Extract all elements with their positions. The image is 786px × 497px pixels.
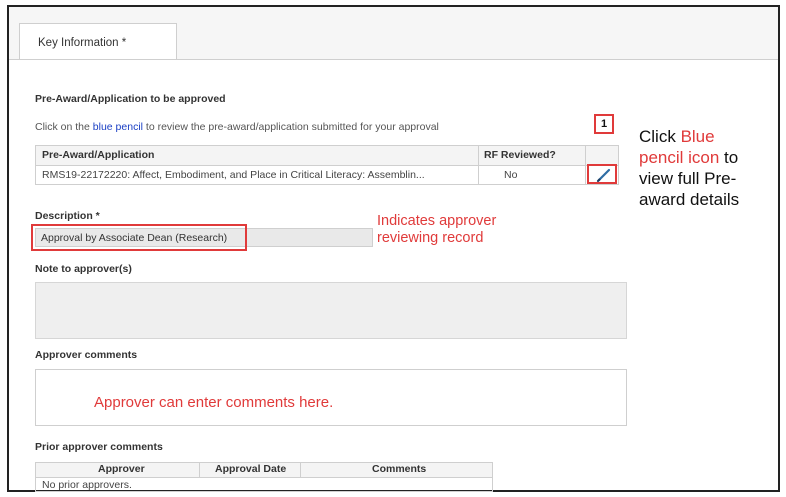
tab-label: Key Information * bbox=[38, 37, 127, 49]
callout-line-3: view full Pre- bbox=[639, 169, 737, 188]
prior-comments-label: Prior approver comments bbox=[35, 441, 163, 453]
description-annotation: Indicates approver reviewing record bbox=[377, 213, 496, 247]
prior-header-approver: Approver bbox=[98, 463, 145, 475]
instruction-text-end: to review the pre-award/application subm… bbox=[142, 121, 439, 133]
pencil-callout: Click Blue pencil icon to view full Pre-… bbox=[639, 126, 786, 210]
note-label: Note to approver(s) bbox=[35, 263, 132, 275]
tab-key-information[interactable]: Key Information * bbox=[19, 23, 177, 59]
note-to-approver-field bbox=[35, 282, 627, 339]
callout-line-2: pencil icon to bbox=[639, 148, 739, 167]
grid-header-rf-reviewed: RF Reviewed? bbox=[484, 149, 556, 161]
callout-line-1: Click Blue bbox=[639, 127, 715, 146]
pre-award-grid: Pre-Award/Application RF Reviewed? RMS19… bbox=[35, 145, 619, 185]
approver-comments-label: Approver comments bbox=[35, 349, 138, 361]
instruction-text: Click on the bbox=[35, 121, 93, 133]
section-title: Pre-Award/Application to be approved bbox=[35, 93, 226, 105]
description-label: Description * bbox=[35, 210, 100, 222]
prior-header-approval-date: Approval Date bbox=[215, 463, 287, 475]
grid-header-application: Pre-Award/Application bbox=[42, 149, 155, 161]
grid-row-rf-reviewed: No bbox=[504, 169, 518, 181]
approver-comments-hint: Approver can enter comments here. bbox=[94, 394, 334, 411]
section-instruction: Click on the blue pencil to review the p… bbox=[35, 121, 439, 133]
description-highlight bbox=[31, 224, 247, 251]
grid-row-application: RMS19-22172220: Affect, Embodiment, and … bbox=[42, 169, 425, 181]
callout-line-4: award details bbox=[639, 190, 740, 209]
step-marker: 1 bbox=[594, 114, 614, 134]
tab-bar: Key Information * bbox=[9, 7, 778, 60]
annotation-line-2: reviewing record bbox=[377, 230, 484, 246]
pencil-highlight bbox=[587, 164, 617, 184]
key-information-panel: Key Information * Pre-Award/Application … bbox=[7, 5, 780, 492]
prior-header-comments: Comments bbox=[372, 463, 427, 475]
prior-approvers-grid: Approver Approval Date Comments No prior… bbox=[35, 462, 493, 492]
prior-empty-text: No prior approvers. bbox=[42, 479, 132, 491]
annotation-line-1: Indicates approver bbox=[377, 213, 497, 229]
instruction-link: blue pencil bbox=[92, 121, 143, 133]
approver-comments-field[interactable]: Approver can enter comments here. bbox=[35, 369, 627, 426]
